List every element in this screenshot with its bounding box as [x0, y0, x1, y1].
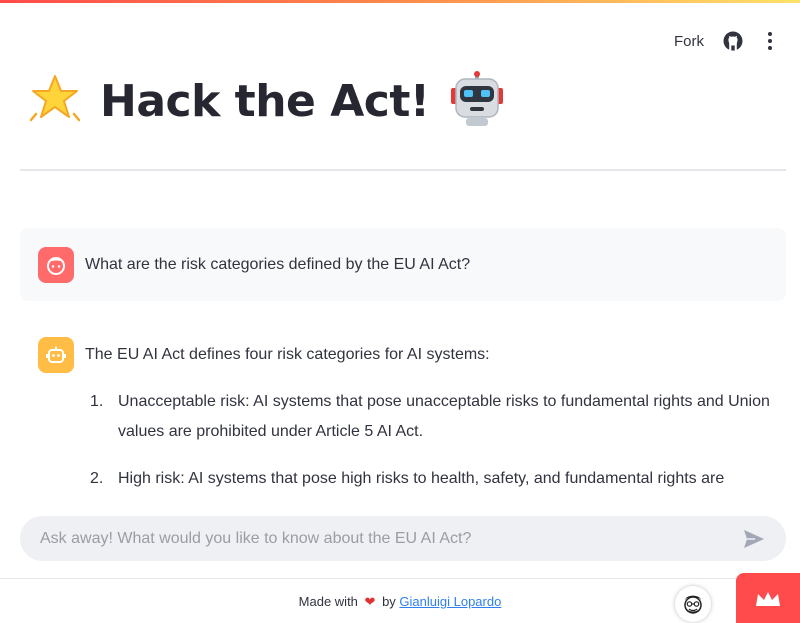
list-item-number: 2. — [90, 470, 104, 487]
heart-icon: ❤ — [364, 594, 376, 609]
star-icon — [28, 72, 82, 131]
author-link[interactable]: Gianluigi Lopardo — [399, 594, 501, 609]
streamlit-crown-icon[interactable] — [736, 573, 800, 623]
assistant-chat-message: The EU AI Act defines four risk categori… — [20, 336, 786, 496]
page-title: Hack the Act! — [100, 76, 430, 127]
list-item: 2. High risk: AI systems that pose high … — [90, 464, 786, 494]
creator-avatar[interactable] — [675, 586, 711, 622]
fork-button[interactable]: Fork — [674, 33, 704, 50]
assistant-intro-text: The EU AI Act defines four risk categori… — [85, 346, 490, 363]
user-chat-message: What are the risk categories defined by … — [20, 228, 786, 301]
user-message-text: What are the risk categories defined by … — [85, 255, 471, 273]
user-avatar-icon — [38, 246, 74, 283]
robot-icon — [449, 70, 505, 133]
chat-input[interactable] — [40, 529, 742, 548]
bot-avatar-icon — [38, 337, 74, 373]
kebab-menu-icon[interactable] — [762, 30, 778, 52]
list-item-text: High risk: AI systems that pose high ris… — [118, 470, 725, 487]
chat-input-bar — [20, 516, 786, 561]
app-toolbar: Fork — [674, 30, 778, 52]
list-item-text: Unacceptable risk: AI systems that pose … — [118, 393, 770, 440]
page-header: Hack the Act! — [28, 70, 505, 133]
header-divider — [20, 169, 786, 171]
list-item: 1. Unacceptable risk: AI systems that po… — [90, 387, 786, 447]
made-with-text: Made with — [298, 594, 358, 609]
list-item-number: 1. — [90, 393, 104, 410]
assistant-answer-list: 1. Unacceptable risk: AI systems that po… — [90, 387, 786, 494]
by-text: by — [382, 594, 396, 609]
top-decoration-bar — [0, 0, 800, 3]
app-footer: Made with ❤ by Gianluigi Lopardo — [0, 573, 800, 623]
send-icon[interactable] — [742, 527, 766, 551]
github-icon[interactable] — [722, 30, 744, 52]
